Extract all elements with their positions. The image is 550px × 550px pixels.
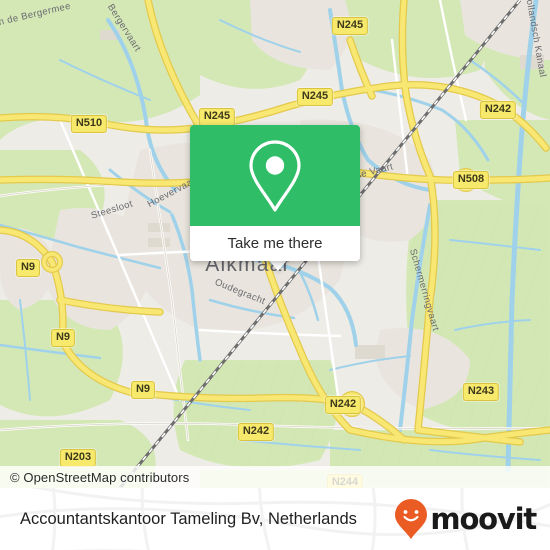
road-shield: N9 xyxy=(50,329,76,347)
map-pin-icon xyxy=(249,139,301,212)
map-attribution[interactable]: © OpenStreetMap contributors xyxy=(0,466,550,488)
callout-icon-panel xyxy=(190,125,360,226)
road-shield: N245 xyxy=(198,108,236,126)
moovit-wordmark: moovit xyxy=(430,501,537,536)
road-shield: N9 xyxy=(15,259,41,277)
take-me-there-label: Take me there xyxy=(227,235,323,252)
road-shield: N9 xyxy=(130,381,156,399)
road-shield: N508 xyxy=(452,171,490,189)
footer-bar: Accountantskantoor Tameling Bv, Netherla… xyxy=(0,488,550,550)
location-title: Accountantskantoor Tameling Bv, Netherla… xyxy=(20,509,357,528)
road-shield: N203 xyxy=(59,449,97,467)
take-me-there-callout[interactable]: Take me there xyxy=(190,125,360,261)
moovit-location-card: Alkmaar an de Bergermee Bergervaart Hoev… xyxy=(0,0,550,550)
take-me-there-button[interactable]: Take me there xyxy=(190,226,360,261)
road-shield: N245 xyxy=(331,17,369,35)
road-shield: N242 xyxy=(479,101,517,119)
road-shield: N242 xyxy=(324,396,362,414)
moovit-logo[interactable]: moovit xyxy=(394,498,537,540)
road-shield: N242 xyxy=(237,423,275,441)
road-shield: N245 xyxy=(296,88,334,106)
attribution-text: © OpenStreetMap contributors xyxy=(10,469,190,485)
moovit-smiley-pin-icon xyxy=(395,499,428,539)
road-shield: N243 xyxy=(462,383,500,401)
road-shield: N510 xyxy=(70,115,108,133)
